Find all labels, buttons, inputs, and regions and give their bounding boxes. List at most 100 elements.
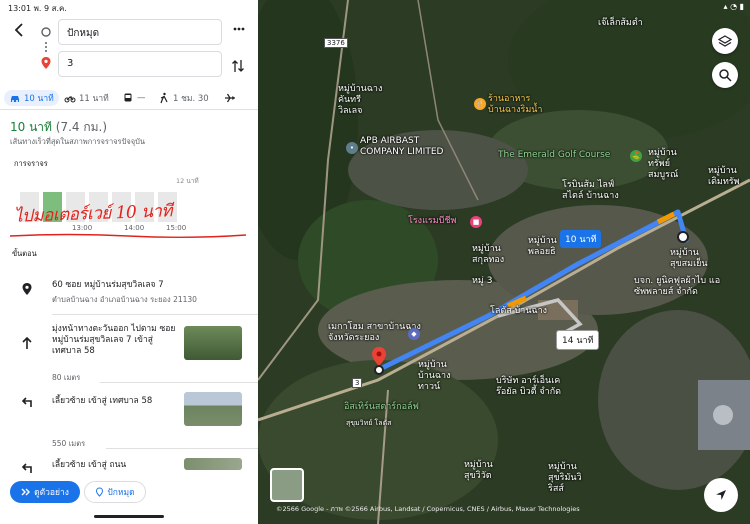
route-summary: 10 นาที (7.4 กม.) bbox=[10, 118, 107, 137]
alt-route-eta-label[interactable]: 14 นาที bbox=[556, 330, 600, 350]
map-label-village-8[interactable]: หมู่บ้าน สุขริมันวิ ริสส์ bbox=[548, 462, 582, 495]
map-label-village-7[interactable]: หมู่บ้าน สุขวิวัต bbox=[464, 460, 493, 482]
mode-walk[interactable]: 1 ชม. 30 bbox=[158, 90, 209, 106]
map-label-rnk[interactable]: บริษัท อาร์เอ็นเค ร๊อยัล บิวตี้ จำกัด bbox=[496, 376, 561, 398]
app-root: 13:01 พ. 9 ส.ค. ปักหมุด 3 10 นาที 11 นาท… bbox=[0, 0, 750, 524]
mode-motorbike[interactable]: 11 นาที bbox=[64, 90, 109, 106]
turn-left-icon bbox=[21, 463, 32, 473]
map-label-somtam[interactable]: เจ๊เล็กส้มตำ bbox=[598, 18, 643, 29]
shop-icon[interactable]: ◆ bbox=[408, 328, 420, 340]
map-label-apb[interactable]: APB AIRBAST COMPANY LIMITED bbox=[360, 136, 443, 158]
step-divider bbox=[100, 382, 258, 383]
step-divider bbox=[106, 448, 258, 449]
car-icon bbox=[11, 96, 19, 102]
destination-pin-icon bbox=[41, 57, 51, 69]
double-chevron-icon bbox=[21, 488, 31, 496]
route-dots-icon bbox=[45, 42, 47, 52]
map-attribution: ©2566 Google - ภาพ ©2566 Airbus, Landsat… bbox=[276, 505, 580, 513]
mode-motorbike-label: 11 นาที bbox=[79, 94, 109, 104]
mode-flight[interactable] bbox=[224, 90, 236, 106]
preview-button[interactable]: ดูตัวอย่าง bbox=[10, 481, 80, 503]
step-2-distance: 80 เมตร bbox=[52, 373, 81, 382]
map-label-village-1[interactable]: หมู่บ้านฉาง คันทรี วิลเลจ bbox=[338, 84, 382, 117]
distance: (7.4 กม.) bbox=[55, 120, 108, 134]
road-shield-3376: 3376 bbox=[324, 38, 348, 48]
handwritten-note: ไปมอเตอร์เวย์ 10 นาที bbox=[13, 201, 173, 227]
search-icon bbox=[719, 69, 732, 82]
route-note: เส้นทางเร็วที่สุดในสภาพการจราจรปัจจุบัน bbox=[10, 137, 146, 146]
steps-label: ขั้นตอน bbox=[12, 249, 37, 258]
turn-left-icon bbox=[21, 397, 32, 407]
map-label-restaurant[interactable]: ร้านอาหาร บ้านฉางริมน้ำ bbox=[488, 94, 542, 116]
traffic-label: การจราจร bbox=[14, 159, 48, 168]
map-label-moo3[interactable]: หมู่ 3 bbox=[472, 276, 492, 287]
step-3-title: เลี้ยวซ้าย เข้าสู่ เทศบาล 58 bbox=[52, 396, 153, 406]
duration: 10 นาที bbox=[10, 120, 52, 134]
airplane-icon bbox=[225, 93, 235, 103]
step-3-distance: 550 เมตร bbox=[52, 439, 86, 448]
satellite-map[interactable]: ▴ ◔ ▮ 3376 เจ๊เล็กส้มตำ หมู่บ้านฉาง คันท… bbox=[258, 0, 750, 524]
layers-icon bbox=[718, 35, 732, 47]
mode-car-label: 10 นาที bbox=[24, 94, 54, 104]
travel-mode-bar: 10 นาที 11 นาที — 1 ชม. 30 bbox=[0, 86, 258, 110]
map-label-resort[interactable]: โรบินส้ม ไลฟ์ สไตล์ บ้านฉาง bbox=[562, 180, 619, 202]
map-search-button[interactable] bbox=[712, 62, 738, 88]
pin-button-label: ปักหมุด bbox=[107, 488, 135, 498]
pin-icon bbox=[22, 283, 32, 295]
step-2-title: มุ่งหน้าทางตะวันออก ไปตาม ซอย หมู่บ้านร่… bbox=[52, 324, 176, 356]
map-label-lotus[interactable]: โลตัส บ้านฉาง bbox=[490, 306, 547, 317]
navigation-arrow-icon bbox=[716, 490, 726, 500]
destination-dot-icon[interactable] bbox=[676, 230, 690, 244]
handwritten-underline bbox=[9, 233, 247, 238]
company-icon[interactable]: • bbox=[346, 142, 358, 154]
more-options-icon[interactable] bbox=[232, 22, 246, 36]
transit-icon bbox=[124, 93, 132, 102]
map-label-village-2[interactable]: หมู่บ้าน ทรัพย์ สมบูรณ์ bbox=[648, 148, 678, 181]
swap-icon[interactable] bbox=[231, 58, 245, 74]
step-divider bbox=[52, 314, 258, 315]
pin-button[interactable]: ปักหมุด bbox=[84, 481, 146, 503]
map-label-golf[interactable]: The Emerald Golf Course bbox=[498, 150, 610, 161]
mode-walk-label: 1 ชม. 30 bbox=[173, 94, 209, 104]
map-type-thumbnail[interactable] bbox=[270, 468, 304, 502]
map-label-village-6[interactable]: หมู่บ้าน สุขสมเย็น bbox=[670, 248, 708, 270]
origin-circle-icon bbox=[41, 27, 51, 37]
step-4-title: เลี้ยวซ้าย เข้าสู่ ถนน bbox=[52, 460, 127, 470]
map-label-village-9[interactable]: หมู่บ้าน บ้านฉาง ทาวน์ bbox=[418, 360, 451, 393]
motorbike-icon bbox=[64, 96, 76, 103]
map-label-road: สุขุมวิทย์ โลตัส bbox=[346, 419, 392, 427]
restaurant-icon[interactable]: 🍴 bbox=[474, 98, 486, 110]
route-eta-label[interactable]: 10 นาที bbox=[560, 230, 602, 248]
home-indicator bbox=[94, 515, 164, 518]
preview-button-label: ดูตัวอย่าง bbox=[34, 488, 69, 498]
step-1-subtitle: ตำบลบ้านฉาง อำเภอบ้านฉาง ระยอง 21130 bbox=[52, 295, 197, 304]
mode-transit-label: — bbox=[137, 93, 146, 103]
hotel-icon[interactable]: ■ bbox=[470, 216, 482, 228]
my-location-button[interactable] bbox=[704, 478, 738, 512]
map-label-village-4[interactable]: หมู่บ้าน พลอยธิ bbox=[528, 236, 557, 258]
map-label-village-5[interactable]: หมู่บ้าน สกุลทอง bbox=[472, 244, 504, 266]
traffic-tick-1500: 15:00 bbox=[166, 224, 187, 232]
map-label-company[interactable]: บจก. ยูนิคฟูลผ้าไบ แอ ซัพพลายส์ จำกัด bbox=[634, 276, 720, 298]
golf-icon[interactable]: ⛳ bbox=[630, 150, 642, 162]
start-pin-icon[interactable] bbox=[370, 346, 388, 376]
step-3-thumbnail[interactable] bbox=[184, 392, 242, 426]
origin-input[interactable]: ปักหมุด bbox=[58, 19, 222, 45]
map-label-village-3[interactable]: หมู่บ้าน เดิมทรัพ bbox=[708, 166, 740, 188]
status-time: 13:01 พ. 9 ส.ค. bbox=[8, 4, 67, 13]
step-2-thumbnail[interactable] bbox=[184, 326, 242, 360]
walk-icon bbox=[160, 92, 168, 104]
step-4-thumbnail[interactable] bbox=[184, 458, 242, 470]
traffic-max-label: 12 นาที bbox=[176, 177, 199, 185]
back-arrow-icon[interactable] bbox=[12, 22, 28, 38]
step-1-title: 60 ซอย หมู่บ้านร่มสุขวิลเลจ 7 bbox=[52, 280, 164, 290]
status-icons: ▴ ◔ ▮ bbox=[723, 2, 744, 11]
mode-transit[interactable]: — bbox=[122, 90, 146, 106]
mode-car[interactable]: 10 นาที bbox=[4, 90, 59, 106]
map-label-megahome[interactable]: เมกาโฮม สาขาบ้านฉาง จังหวัดระยอง bbox=[328, 322, 421, 344]
pin-outline-icon bbox=[96, 487, 104, 497]
layers-button[interactable] bbox=[712, 28, 738, 54]
map-label-hotel[interactable]: โรงแรมบีชีพ bbox=[408, 216, 456, 227]
destination-input[interactable]: 3 bbox=[58, 51, 222, 77]
map-label-eastern-star[interactable]: อิสเทิร์นสตาร์กอล์ฟ bbox=[344, 402, 419, 413]
